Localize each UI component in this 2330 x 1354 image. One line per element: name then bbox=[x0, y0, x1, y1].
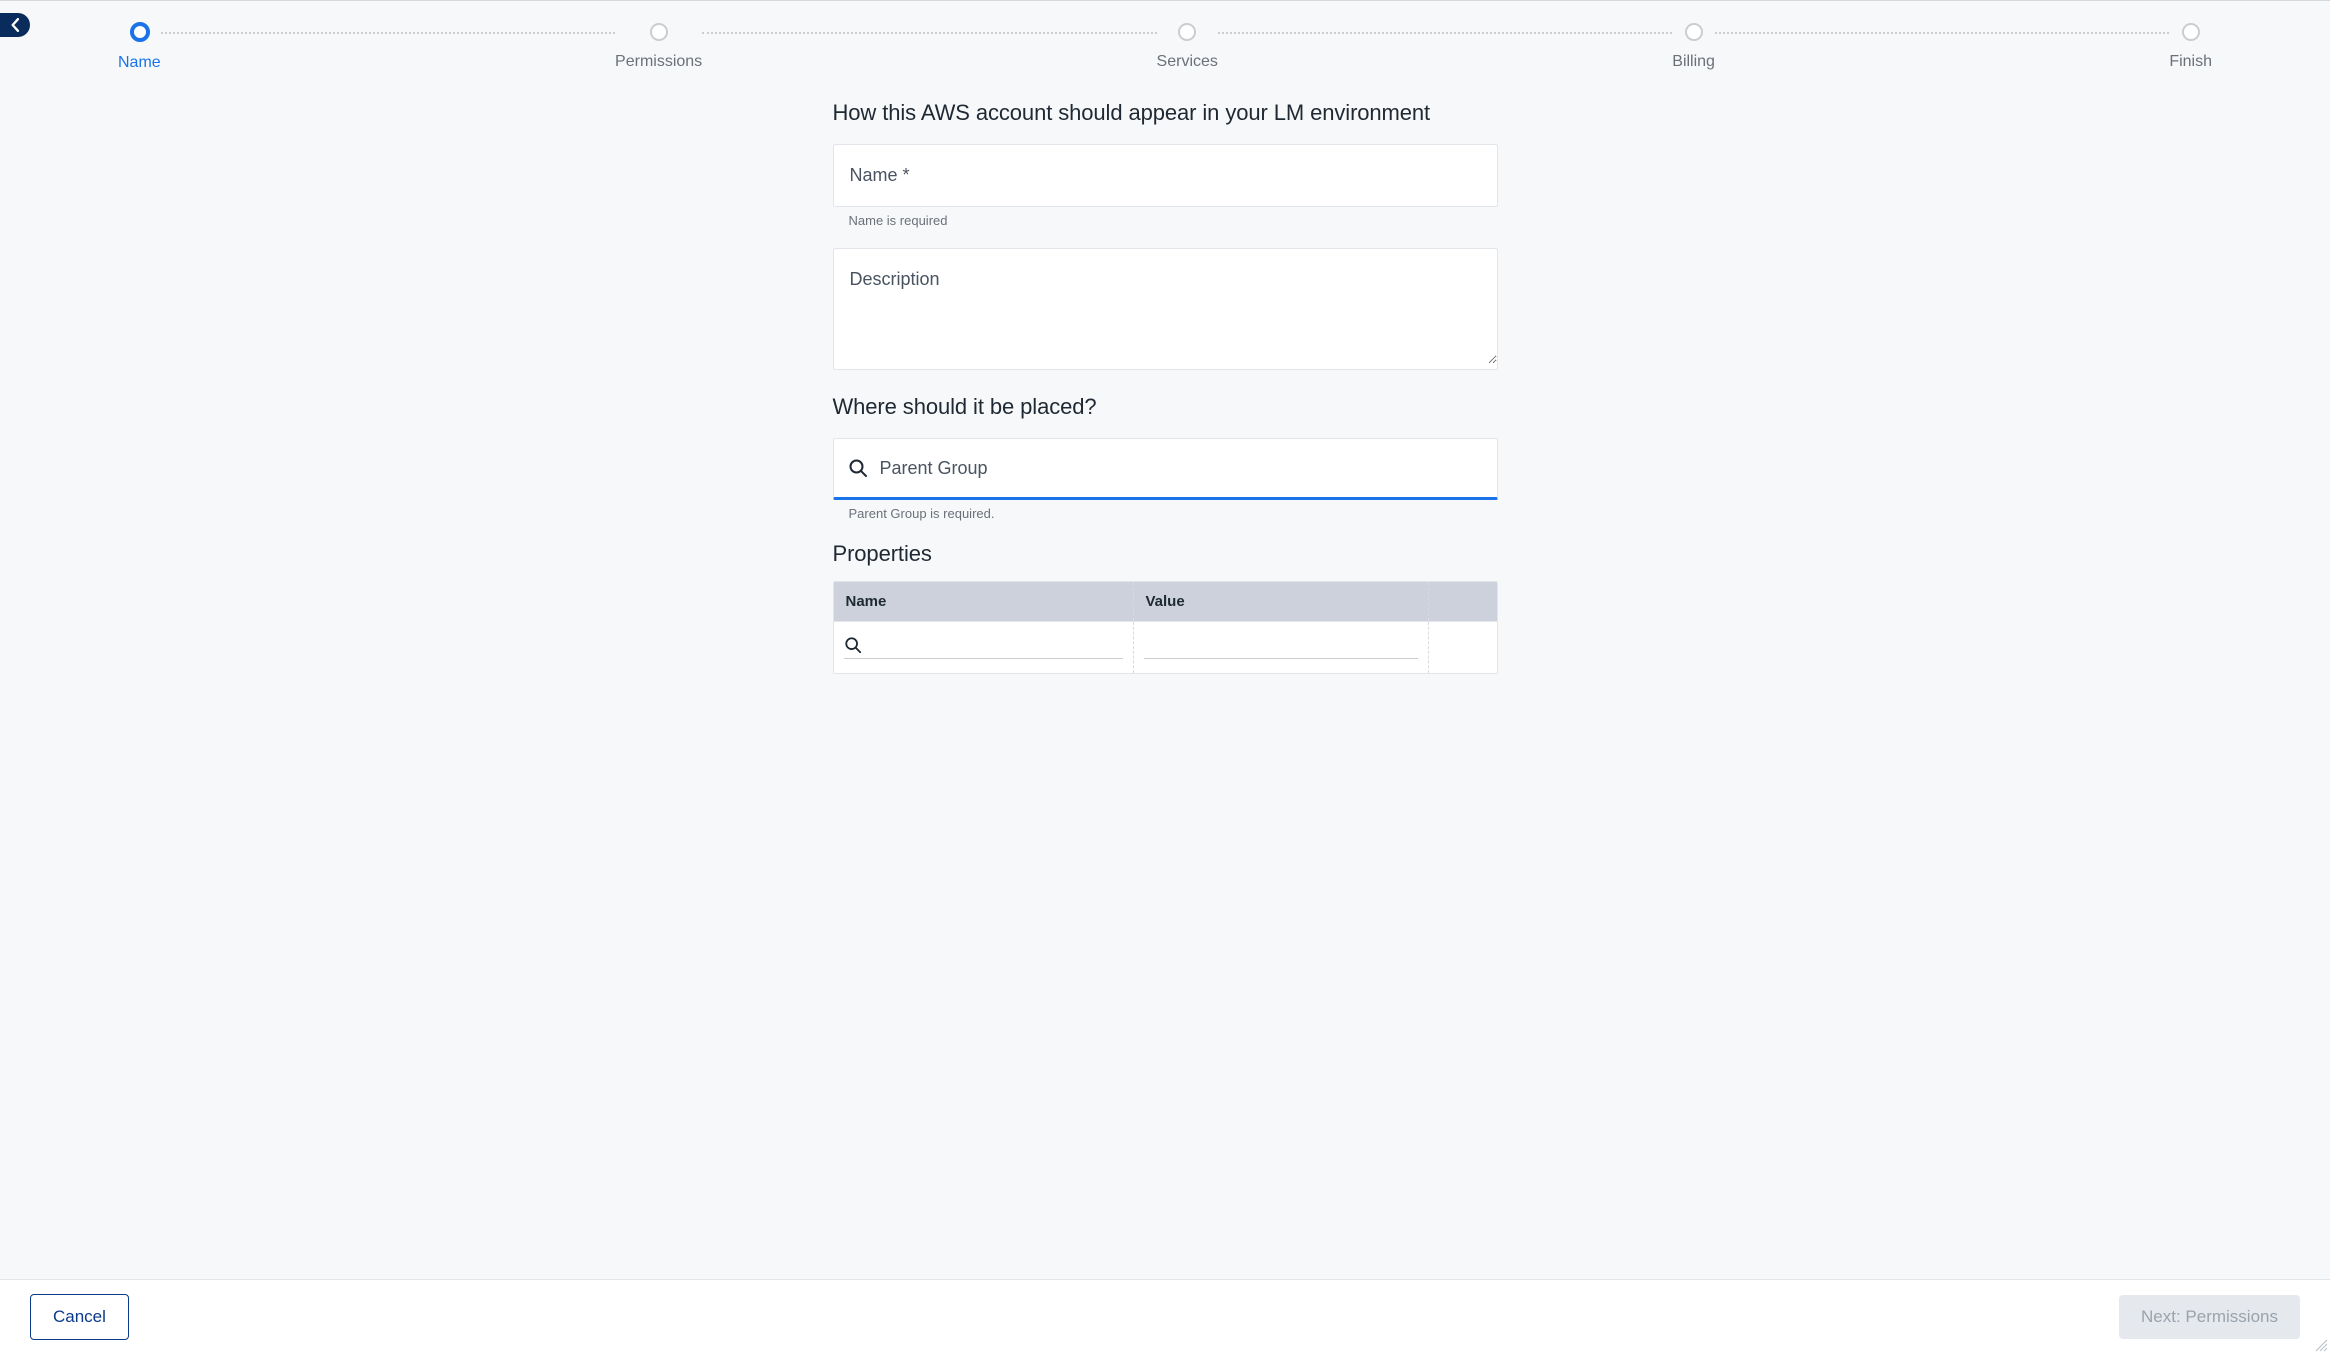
search-icon bbox=[848, 458, 868, 478]
name-input[interactable] bbox=[834, 145, 1497, 206]
step-services[interactable]: Services bbox=[1157, 23, 1218, 71]
step-connector bbox=[161, 32, 615, 34]
section-heading-properties: Properties bbox=[833, 541, 1498, 567]
step-permissions[interactable]: Permissions bbox=[615, 23, 702, 71]
properties-col-actions bbox=[1429, 582, 1497, 621]
properties-col-name: Name bbox=[834, 582, 1134, 621]
properties-table: Name Value bbox=[833, 581, 1498, 674]
parent-group-input[interactable] bbox=[880, 458, 1483, 479]
properties-table-header: Name Value bbox=[834, 582, 1497, 621]
property-row-actions bbox=[1429, 622, 1497, 673]
search-icon bbox=[844, 636, 862, 654]
description-textarea[interactable] bbox=[834, 249, 1497, 364]
step-label: Services bbox=[1157, 53, 1218, 71]
step-indicator bbox=[1178, 23, 1196, 41]
section-heading-appearance: How this AWS account should appear in yo… bbox=[833, 100, 1498, 126]
step-connector bbox=[702, 32, 1156, 34]
step-indicator bbox=[650, 23, 668, 41]
name-field-container bbox=[833, 144, 1498, 207]
property-value-input[interactable] bbox=[1144, 637, 1418, 654]
description-field-container bbox=[833, 248, 1498, 370]
properties-row bbox=[834, 621, 1497, 673]
step-label: Billing bbox=[1672, 53, 1715, 71]
cancel-button[interactable]: Cancel bbox=[30, 1294, 129, 1340]
parent-group-helper-text: Parent Group is required. bbox=[833, 506, 1498, 521]
step-indicator bbox=[2182, 23, 2200, 41]
name-helper-text: Name is required bbox=[833, 213, 1498, 228]
step-connector bbox=[1218, 32, 1672, 34]
wizard-footer: Cancel Next: Permissions bbox=[0, 1279, 2330, 1354]
step-indicator bbox=[1685, 23, 1703, 41]
step-connector bbox=[1715, 32, 2169, 34]
step-indicator-active bbox=[130, 22, 150, 42]
properties-col-value: Value bbox=[1134, 582, 1429, 621]
step-label: Permissions bbox=[615, 53, 702, 71]
wizard-stepper: Name Permissions Services Billing Finish bbox=[0, 11, 2330, 96]
step-name[interactable]: Name bbox=[130, 23, 161, 72]
parent-group-field bbox=[833, 438, 1498, 500]
step-label: Finish bbox=[2169, 53, 2212, 71]
property-name-input[interactable] bbox=[868, 637, 1123, 654]
section-heading-placement: Where should it be placed? bbox=[833, 394, 1498, 420]
step-label: Name bbox=[118, 54, 161, 72]
step-billing[interactable]: Billing bbox=[1672, 23, 1715, 71]
step-finish[interactable]: Finish bbox=[2169, 23, 2200, 71]
next-permissions-button[interactable]: Next: Permissions bbox=[2119, 1295, 2300, 1339]
